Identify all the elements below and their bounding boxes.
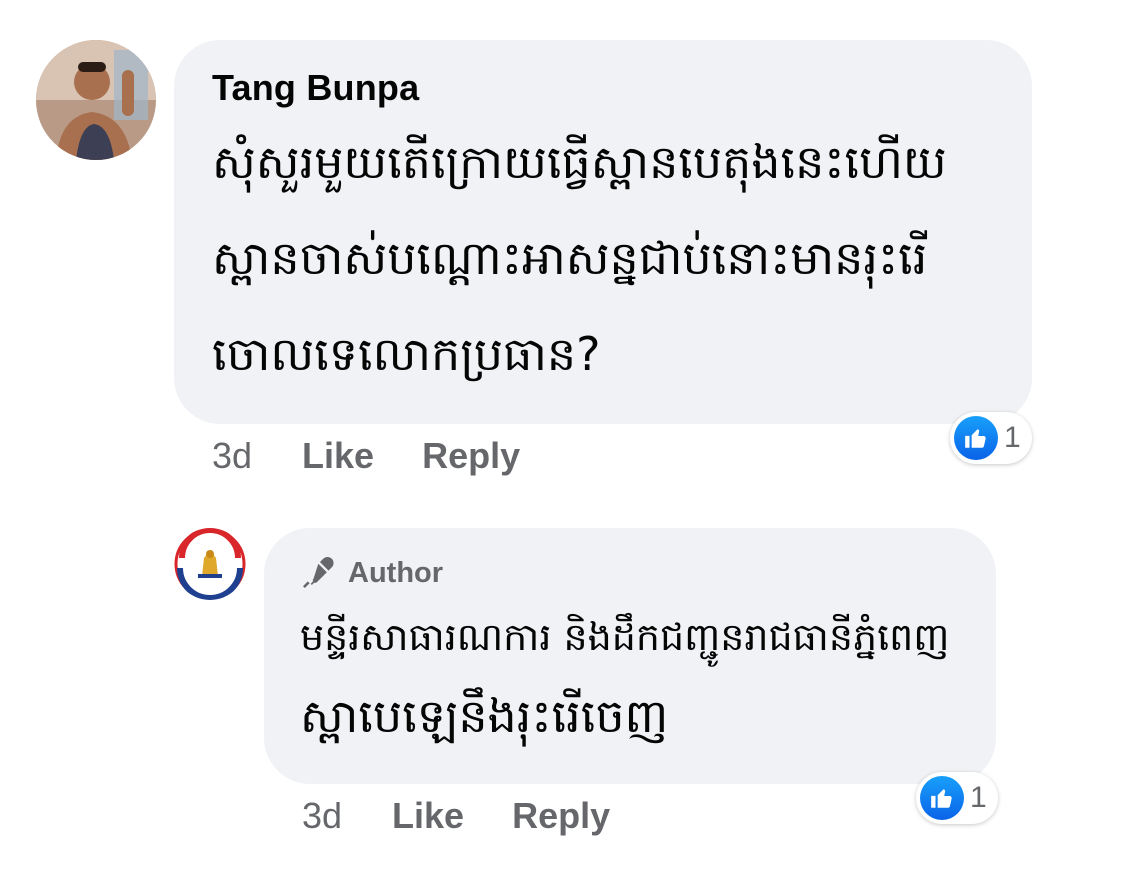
commenter-avatar[interactable] <box>36 40 156 160</box>
comment-text-line: ស្ពានចាស់បណ្ដោះអាសន្នជាប់នោះមានរុះរើ <box>212 231 928 285</box>
reply-reaction-summary[interactable]: 1 <box>916 772 998 824</box>
like-thumbs-up-icon <box>954 416 998 460</box>
ministry-logo-avatar <box>174 528 246 600</box>
comment-text-line: សុំសួរមួយតើក្រោយធ្វើស្ពានបេតុងនេះហើយ <box>212 135 947 189</box>
reply-text-line: មន្ទីរសាធារណការ និងដឹកជញ្ជូនរាជធានីភ្នំព… <box>300 615 950 659</box>
reaction-summary[interactable]: 1 <box>950 412 1032 464</box>
reaction-count: 1 <box>1004 421 1021 454</box>
comment-actions: 3d Like Reply <box>212 432 568 480</box>
reply-author-avatar[interactable] <box>174 528 246 600</box>
reply-button[interactable]: Reply <box>422 435 520 477</box>
comment-timestamp[interactable]: 3d <box>212 435 252 477</box>
comment-bubble: Tang Bunpa សុំសួរមួយតើក្រោយធ្វើស្ពានបេតុ… <box>174 40 1032 424</box>
author-badge: Author <box>300 552 960 594</box>
comment-text: សុំសួរមួយតើក្រោយធ្វើស្ពានបេតុងនេះហើយ ស្ព… <box>212 114 994 402</box>
reply-text: មន្ទីរសាធារណការ និងដឹកជញ្ជូនរាជធានីភ្នំព… <box>300 602 960 760</box>
reply-actions: 3d Like Reply <box>302 792 658 840</box>
reply-bubble: Author មន្ទីរសាធារណការ និងដឹកជញ្ជូនរាជធា… <box>264 528 996 784</box>
reaction-count: 1 <box>970 781 987 814</box>
comment-author-name[interactable]: Tang Bunpa <box>212 66 994 110</box>
reply-timestamp[interactable]: 3d <box>302 795 342 837</box>
reply-button[interactable]: Reply <box>512 795 610 837</box>
like-button[interactable]: Like <box>302 435 374 477</box>
comment-text-line: ចោលទេលោកប្រធាន? <box>212 327 601 381</box>
like-button[interactable]: Like <box>392 795 464 837</box>
microphone-icon <box>303 556 334 588</box>
author-badge-label: Author <box>348 556 444 589</box>
user-photo-avatar <box>36 40 156 160</box>
like-thumbs-up-icon <box>920 776 964 820</box>
reply-text-line: ស្ពាបេឡេនឹងរុះរើចេញ <box>300 689 669 743</box>
